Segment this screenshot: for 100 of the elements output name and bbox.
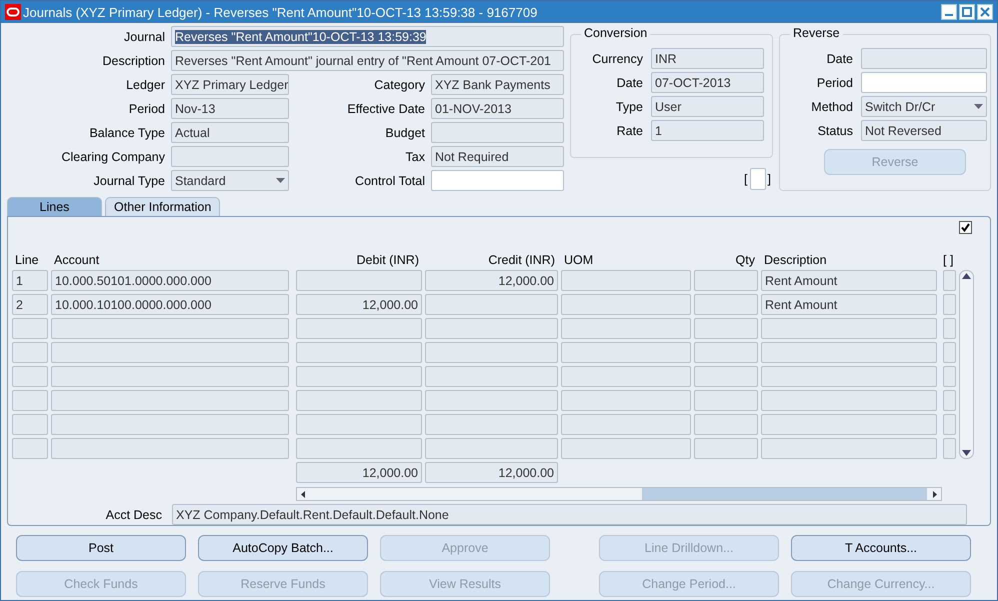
input-field[interactable]: 1 — [651, 120, 764, 141]
vertical-scrollbar[interactable] — [959, 270, 974, 459]
table-cell[interactable] — [561, 294, 691, 315]
table-cell[interactable] — [761, 318, 937, 339]
table-cell[interactable] — [694, 270, 758, 291]
table-cell[interactable] — [943, 342, 956, 363]
table-cell[interactable] — [561, 342, 691, 363]
input-field[interactable] — [171, 146, 289, 167]
table-cell[interactable]: 10.000.10100.0000.000.000 — [51, 294, 289, 315]
table-cell[interactable] — [296, 414, 422, 435]
input-field[interactable]: Reverses "Rent Amount" journal entry of "Rent Amount 07-OCT-201 — [171, 50, 564, 71]
table-cell[interactable] — [694, 390, 758, 411]
table-cell[interactable] — [761, 366, 937, 387]
input-field[interactable] — [861, 48, 987, 69]
table-cell[interactable] — [51, 390, 289, 411]
table-cell[interactable] — [425, 414, 558, 435]
horizontal-scrollbar[interactable] — [296, 487, 942, 501]
table-cell[interactable] — [425, 342, 558, 363]
table-cell[interactable] — [761, 414, 937, 435]
scroll-left-icon[interactable] — [301, 490, 305, 498]
input-field[interactable]: XYZ Company.Default.Rent.Default.Default.None — [172, 504, 967, 525]
input-field[interactable]: XYZ Primary Ledger — [171, 74, 289, 95]
table-cell[interactable]: 1 — [12, 270, 48, 291]
dropdown-field[interactable]: Standard — [171, 170, 289, 191]
table-cell[interactable] — [12, 438, 48, 459]
input-field[interactable]: Not Required — [431, 146, 564, 167]
table-cell[interactable] — [12, 366, 48, 387]
table-cell[interactable] — [694, 342, 758, 363]
table-cell[interactable] — [561, 414, 691, 435]
scroll-right-icon[interactable] — [933, 490, 937, 498]
table-cell[interactable] — [296, 438, 422, 459]
input-field[interactable] — [431, 122, 564, 143]
scroll-up-icon[interactable] — [962, 273, 971, 279]
table-cell[interactable] — [561, 318, 691, 339]
close-icon[interactable] — [977, 4, 993, 20]
input-field[interactable] — [431, 170, 564, 191]
table-cell[interactable] — [12, 318, 48, 339]
table-cell[interactable] — [694, 294, 758, 315]
table-cell[interactable] — [943, 318, 956, 339]
table-cell[interactable] — [561, 366, 691, 387]
table-cell[interactable] — [561, 390, 691, 411]
table-cell[interactable] — [943, 294, 956, 315]
table-cell[interactable]: Rent Amount — [761, 294, 937, 315]
tab[interactable]: Lines — [7, 197, 102, 216]
table-cell[interactable] — [425, 294, 558, 315]
table-cell[interactable] — [761, 342, 937, 363]
table-cell[interactable] — [51, 318, 289, 339]
table-cell[interactable] — [694, 438, 758, 459]
table-cell[interactable] — [12, 414, 48, 435]
input-field[interactable]: 01-NOV-2013 — [431, 98, 564, 119]
table-cell[interactable] — [943, 390, 956, 411]
flex-field-button[interactable] — [750, 168, 766, 190]
dropdown-field[interactable]: Switch Dr/Cr — [861, 96, 987, 117]
input-field[interactable] — [861, 72, 987, 93]
table-cell[interactable] — [296, 318, 422, 339]
table-cell[interactable] — [761, 390, 937, 411]
table-cell[interactable] — [51, 342, 289, 363]
table-cell[interactable] — [425, 366, 558, 387]
table-cell[interactable] — [694, 366, 758, 387]
input-field[interactable]: Reverses "Rent Amount"10-OCT-13 13:59:39 — [171, 26, 564, 47]
table-cell[interactable] — [296, 270, 422, 291]
table-cell[interactable] — [425, 390, 558, 411]
minimize-icon[interactable] — [941, 4, 957, 20]
table-cell[interactable] — [51, 438, 289, 459]
table-cell[interactable]: Rent Amount — [761, 270, 937, 291]
action-button[interactable]: T Accounts... — [791, 535, 971, 561]
table-cell[interactable] — [425, 438, 558, 459]
table-cell[interactable] — [51, 414, 289, 435]
table-cell[interactable] — [296, 390, 422, 411]
input-field[interactable]: INR — [651, 48, 764, 69]
table-cell[interactable] — [943, 438, 956, 459]
input-field[interactable]: User — [651, 96, 764, 117]
input-field[interactable]: Not Reversed — [861, 120, 987, 141]
input-field[interactable]: 07-OCT-2013 — [651, 72, 764, 93]
table-cell[interactable] — [12, 342, 48, 363]
tab[interactable]: Other Information — [105, 197, 220, 216]
action-button[interactable]: Post — [16, 535, 186, 561]
input-field[interactable]: XYZ Bank Payments — [431, 74, 564, 95]
table-cell[interactable] — [561, 438, 691, 459]
table-cell[interactable] — [51, 366, 289, 387]
input-field[interactable]: Nov-13 — [171, 98, 289, 119]
scroll-down-icon[interactable] — [962, 450, 971, 456]
table-cell[interactable]: 12,000.00 — [425, 270, 558, 291]
table-cell[interactable]: 2 — [12, 294, 48, 315]
table-cell[interactable] — [694, 318, 758, 339]
action-button[interactable]: AutoCopy Batch... — [198, 535, 368, 561]
table-cell[interactable]: 12,000.00 — [296, 294, 422, 315]
input-field[interactable]: Actual — [171, 122, 289, 143]
table-cell[interactable] — [761, 438, 937, 459]
checkbox[interactable] — [959, 221, 972, 234]
table-cell[interactable] — [12, 390, 48, 411]
maximize-icon[interactable] — [959, 4, 975, 20]
table-cell[interactable] — [943, 414, 956, 435]
table-cell[interactable] — [296, 342, 422, 363]
table-cell[interactable] — [943, 366, 956, 387]
table-cell[interactable] — [561, 270, 691, 291]
table-cell[interactable] — [425, 318, 558, 339]
table-cell[interactable] — [694, 414, 758, 435]
table-cell[interactable] — [296, 366, 422, 387]
table-cell[interactable]: 10.000.50101.0000.000.000 — [51, 270, 289, 291]
